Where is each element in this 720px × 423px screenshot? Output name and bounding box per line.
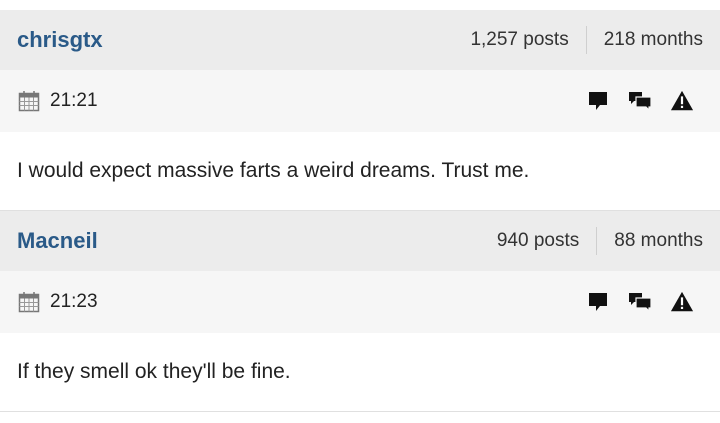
post-meta: 21:21 [0, 70, 720, 132]
post-time: 21:23 [50, 291, 98, 312]
user-stats: 940 posts 88 months [497, 227, 703, 255]
post-actions [586, 290, 694, 314]
post-timestamp: 21:21 [18, 90, 98, 112]
warning-triangle-icon[interactable] [670, 290, 694, 314]
post: chrisgtx 1,257 posts 218 months 21:21 I … [0, 10, 720, 211]
quote-speech-bubbles-icon[interactable] [628, 290, 652, 314]
thread: chrisgtx 1,257 posts 218 months 21:21 I … [0, 10, 720, 412]
quote-speech-bubbles-icon[interactable] [628, 89, 652, 113]
post-header: chrisgtx 1,257 posts 218 months [0, 10, 720, 70]
reply-speech-bubble-icon[interactable] [586, 89, 610, 113]
post-header: Macneil 940 posts 88 months [0, 211, 720, 271]
post: Macneil 940 posts 88 months 21:23 If the… [0, 211, 720, 412]
post-count: 940 posts [496, 230, 580, 251]
membership-duration: 218 months [603, 29, 703, 50]
post-body: If they smell ok they'll be fine. [17, 360, 291, 383]
username-link[interactable]: chrisgtx [17, 27, 103, 53]
calendar-icon [18, 291, 40, 313]
post-count: 1,257 posts [470, 29, 569, 50]
reply-speech-bubble-icon[interactable] [586, 290, 610, 314]
membership-duration: 88 months [614, 230, 703, 251]
post-time: 21:21 [50, 90, 98, 111]
warning-triangle-icon[interactable] [670, 89, 694, 113]
stat-divider [585, 26, 587, 54]
user-stats: 1,257 posts 218 months [470, 26, 703, 54]
post-timestamp: 21:23 [18, 291, 98, 313]
post-meta: 21:23 [0, 271, 720, 333]
post-actions [586, 89, 694, 113]
calendar-icon [18, 90, 40, 112]
username-link[interactable]: Macneil [17, 228, 98, 254]
stat-divider [596, 227, 598, 255]
post-body: I would expect massive farts a weird dre… [17, 159, 530, 182]
